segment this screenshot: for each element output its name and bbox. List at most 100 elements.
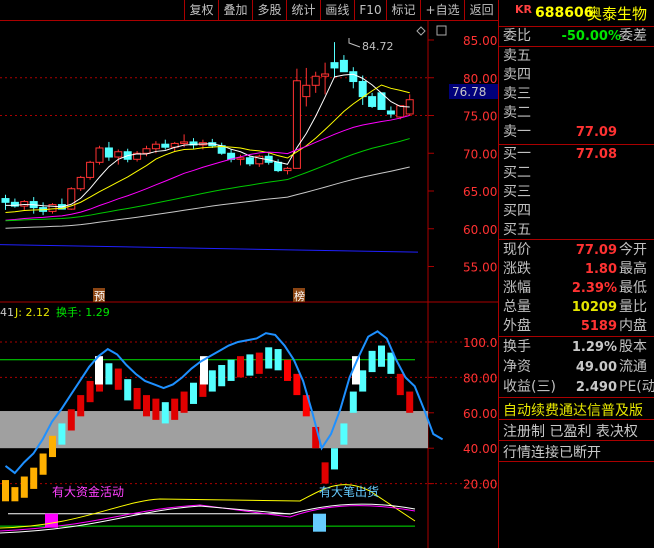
sell-row: 卖三	[499, 85, 654, 104]
row-value: 77.09	[575, 243, 617, 258]
buy-row: 买一 77.08	[499, 145, 654, 164]
row-label: 买一	[503, 146, 531, 162]
buy-row: 买二	[499, 164, 654, 183]
candle	[114, 151, 123, 158]
toolbar-button-5[interactable]: F10	[353, 0, 386, 20]
toolbar-button-6[interactable]: 标记	[386, 0, 420, 20]
price-tick: 65.00	[463, 185, 497, 199]
indicator-bar	[171, 398, 179, 420]
indicator-tick: 80.00	[463, 371, 497, 385]
row-label: 卖三	[503, 86, 531, 102]
row-right-label: PE(动	[619, 379, 654, 395]
ma120-line	[0, 244, 419, 253]
row-label: 收益(三)	[503, 379, 556, 395]
stock-code: 688606	[535, 5, 594, 21]
stock-name: 奥泰生物	[587, 5, 648, 23]
j-value: J: 2.12	[14, 306, 50, 319]
stat-row: 涨幅 2.39% 最低	[499, 279, 654, 298]
candle	[274, 161, 283, 172]
indicator-bar	[86, 380, 94, 403]
toolbar-button-1[interactable]: 叠加	[217, 0, 252, 20]
indicator-bar	[161, 402, 169, 424]
indicator-bar	[2, 480, 9, 502]
indicator-bar	[39, 453, 47, 475]
candle	[396, 105, 405, 118]
stat-row: 外盘 5189 内盘	[499, 317, 654, 336]
row-value: 2.490	[575, 380, 617, 395]
candle	[368, 96, 377, 107]
indicator-bar	[20, 476, 28, 498]
row-right-label: 流通	[619, 359, 647, 375]
indicator-bar	[246, 354, 254, 376]
ma20-line	[5, 114, 410, 221]
kline-chart[interactable]: 85.00 80.00 75.00 70.00 65.00 60.00 55.00 76.7…	[0, 21, 498, 548]
indicator-tick: 60.00	[463, 407, 497, 421]
indicator-bar	[265, 347, 273, 369]
indicator-bar	[349, 391, 357, 413]
indicator-bar	[190, 382, 197, 404]
row-value: 10209	[571, 300, 617, 315]
toolbar-button-4[interactable]: 画线	[319, 0, 354, 20]
candle	[1, 198, 10, 203]
indicator-bar	[58, 423, 66, 445]
candle	[20, 201, 29, 207]
weibi-row: 委比 -50.00% 委差	[503, 28, 647, 44]
row-label: 现价	[503, 242, 531, 258]
toolbar-button-8[interactable]: 返回	[464, 0, 498, 20]
selloff-marker	[313, 513, 326, 532]
blue-kdj-line	[4, 330, 444, 475]
toolbar-button-7[interactable]: +自选	[420, 0, 464, 20]
candle	[358, 81, 367, 98]
indicator-bar	[340, 423, 348, 445]
stock-tags: 注册制 已盈利 表决权	[503, 424, 638, 440]
toolbar: 复权 叠加 多股 统计 画线 F10 标记 +自选 返回	[184, 0, 498, 21]
candle	[330, 62, 339, 69]
current-price-label: 76.78	[452, 85, 486, 99]
candle	[161, 143, 170, 148]
indicator-tick: 100.00	[463, 336, 498, 350]
indicator-bar	[331, 448, 338, 470]
indicator-bar	[274, 349, 282, 371]
toolbar-button-3[interactable]: 统计	[285, 0, 320, 20]
row-label: 涨跌	[503, 261, 531, 277]
promo-banner[interactable]: 自动续费通达信普及版	[503, 400, 643, 420]
indicator-bar	[227, 359, 235, 381]
panel-toggle-icon[interactable]	[436, 25, 447, 36]
indicator-bar	[293, 373, 301, 396]
high-price-label: 84.72	[362, 40, 394, 53]
row-right-label: 最低	[619, 280, 647, 296]
row-label: 净资	[503, 359, 531, 375]
candle	[292, 80, 301, 169]
magenta-line	[0, 504, 416, 532]
indicator-bar	[396, 373, 404, 396]
row-label: 卖五	[503, 48, 531, 64]
candle	[104, 147, 113, 158]
row-right-label: 股本	[619, 339, 647, 355]
stat2-row: 净资 49.00 流通	[499, 358, 654, 377]
price-tick: 85.00	[463, 34, 497, 48]
indicator-bar	[143, 395, 150, 417]
ma60-line	[5, 166, 410, 229]
stat-row: 总量 10209 量比	[499, 298, 654, 317]
candle	[302, 84, 311, 98]
toolbar-button-0[interactable]: 复权	[184, 0, 218, 20]
buy-row: 买三	[499, 183, 654, 202]
candle	[245, 157, 254, 165]
price-tick: 70.00	[463, 147, 497, 161]
indicator-bar	[208, 370, 216, 392]
stat2-row: 收益(三) 2.490 PE(动	[499, 378, 654, 397]
stat2-row: 换手 1.29% 股本	[499, 338, 654, 357]
sell-row: 卖一 77.09	[499, 123, 654, 142]
sell-row: 卖四	[499, 66, 654, 85]
turnover-value: 换手: 1.29	[56, 305, 110, 319]
diamond-icon[interactable]	[416, 26, 426, 36]
candle	[339, 59, 348, 73]
row-right-label: 最高	[619, 261, 647, 277]
row-label: 买四	[503, 203, 531, 219]
annotation-big-funds: 有大资金活动	[52, 484, 124, 499]
toolbar-button-2[interactable]: 多股	[251, 0, 286, 20]
indicator-bar	[237, 356, 244, 378]
row-right-label: 今开	[619, 242, 647, 258]
ma10-line	[5, 84, 410, 214]
indicator-bar	[321, 462, 329, 484]
